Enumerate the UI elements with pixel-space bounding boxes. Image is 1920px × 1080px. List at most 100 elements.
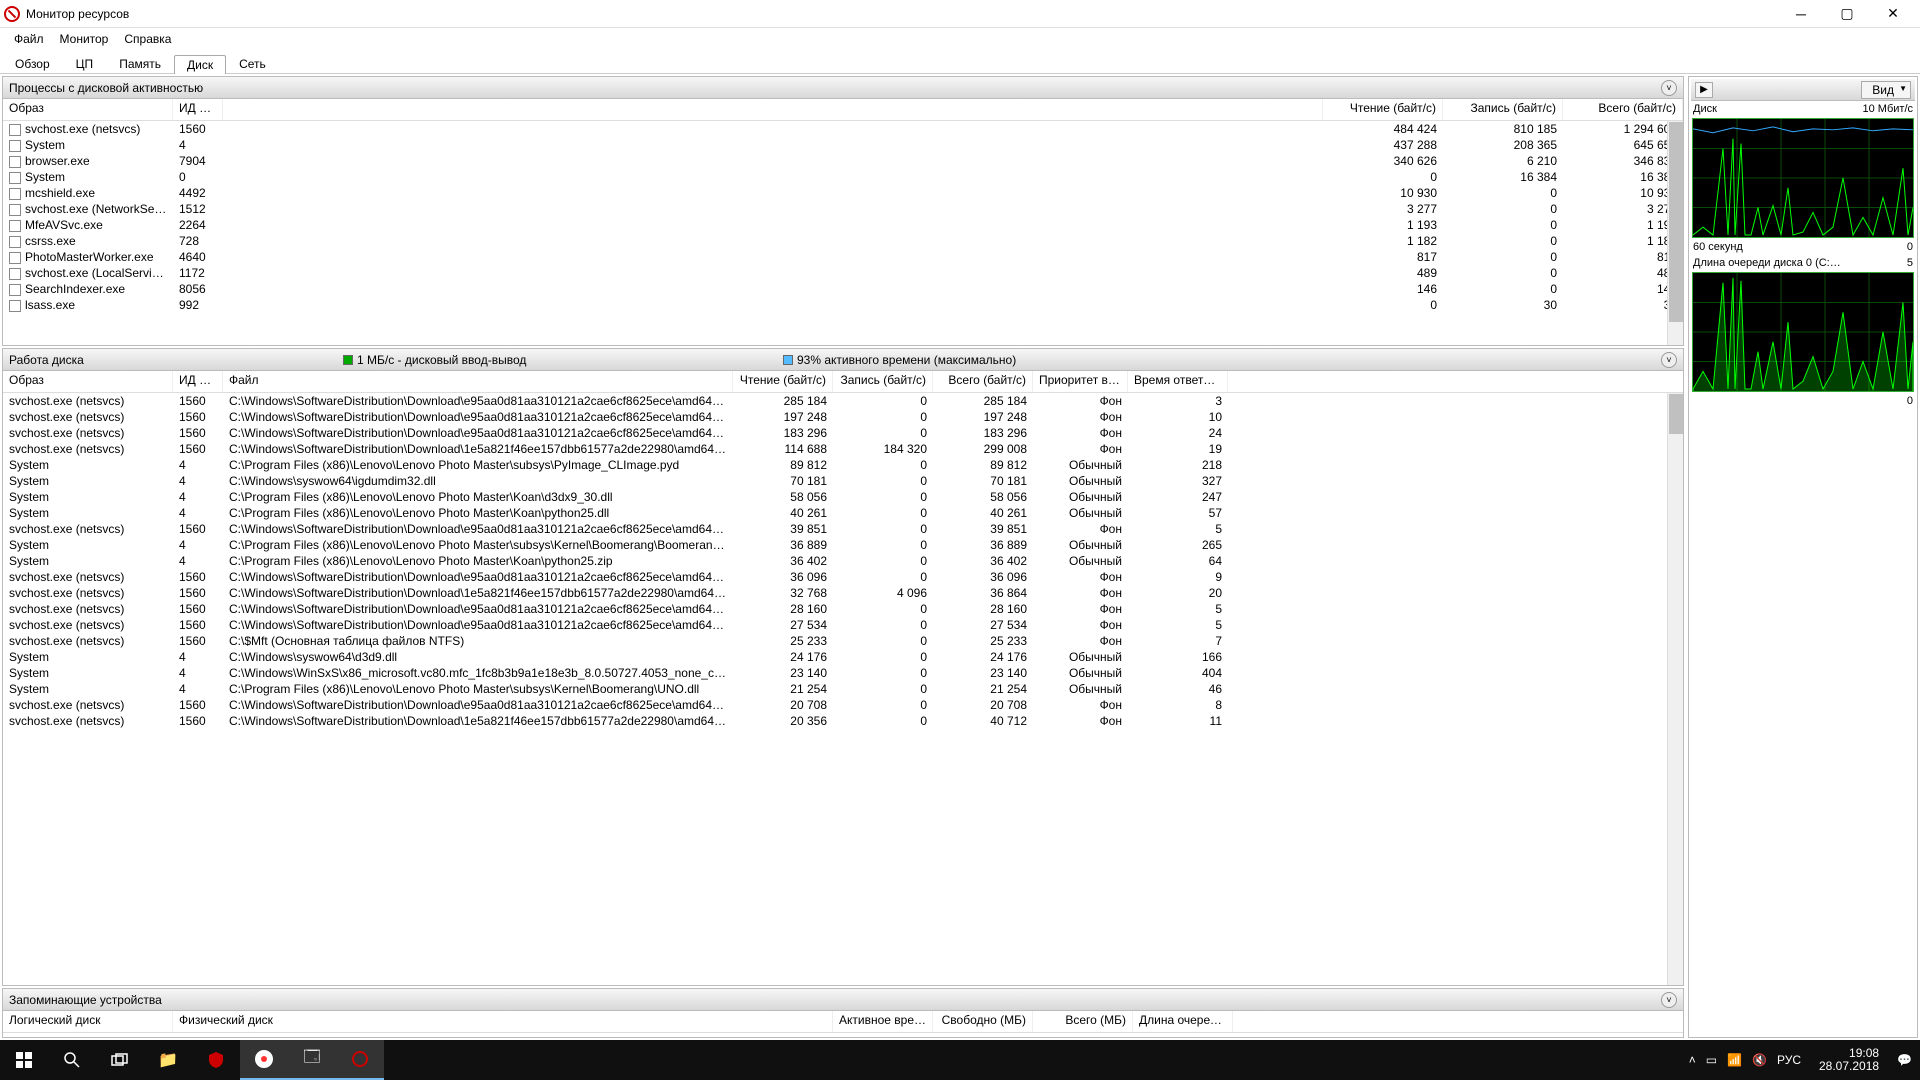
- table-row[interactable]: svchost.exe (LocalServiceNet…11724890489: [3, 265, 1683, 281]
- menu-file[interactable]: Файл: [6, 30, 52, 48]
- col-image[interactable]: Образ: [3, 371, 173, 392]
- col-physical[interactable]: Физический диск: [173, 1011, 833, 1032]
- col-free[interactable]: Свободно (МБ): [933, 1011, 1033, 1032]
- checkbox[interactable]: [9, 156, 21, 168]
- resmon-taskbar-icon[interactable]: [336, 1040, 384, 1080]
- processes-grid-header[interactable]: Образ ИД п… Чтение (байт/с) Запись (байт…: [3, 99, 1683, 121]
- checkbox[interactable]: [9, 236, 21, 248]
- table-row[interactable]: PhotoMasterWorker.exe46408170817: [3, 249, 1683, 265]
- taskview-button[interactable]: [96, 1040, 144, 1080]
- col-image[interactable]: Образ: [3, 99, 173, 120]
- table-row[interactable]: svchost.exe (netsvcs)1560C:\Windows\Soft…: [3, 697, 1683, 713]
- collapse-icon[interactable]: ˅: [1661, 80, 1677, 96]
- table-row[interactable]: svchost.exe (NetworkService)15123 27703 …: [3, 201, 1683, 217]
- clock[interactable]: 19:0828.07.2018: [1811, 1047, 1887, 1073]
- checkbox[interactable]: [9, 204, 21, 216]
- table-row[interactable]: lsass.exe99203030: [3, 297, 1683, 313]
- panel-processes-header[interactable]: Процессы с дисковой активностью ˅: [3, 77, 1683, 99]
- table-row[interactable]: svchost.exe (netsvcs)1560C:\Windows\Soft…: [3, 521, 1683, 537]
- table-row[interactable]: System4C:\Program Files (x86)\Lenovo\Len…: [3, 681, 1683, 697]
- close-button[interactable]: ✕: [1870, 0, 1916, 28]
- table-row[interactable]: System4C:\Program Files (x86)\Lenovo\Len…: [3, 537, 1683, 553]
- table-row[interactable]: svchost.exe (netsvcs)1560C:\Windows\Soft…: [3, 409, 1683, 425]
- tab-network[interactable]: Сеть: [226, 54, 279, 73]
- table-row[interactable]: svchost.exe (netsvcs)1560484 424810 1851…: [3, 121, 1683, 137]
- explorer-icon[interactable]: 📁: [144, 1040, 192, 1080]
- checkbox[interactable]: [9, 252, 21, 264]
- checkbox[interactable]: [9, 172, 21, 184]
- col-total[interactable]: Всего (байт/с): [933, 371, 1033, 392]
- table-row[interactable]: svchost.exe (netsvcs)1560C:\Windows\Soft…: [3, 441, 1683, 457]
- scrollbar[interactable]: [1667, 393, 1683, 985]
- scrollbar[interactable]: [1667, 121, 1683, 345]
- checkbox[interactable]: [9, 284, 21, 296]
- minimize-button[interactable]: ─: [1778, 0, 1824, 28]
- col-priority[interactable]: Приоритет вв…: [1033, 371, 1128, 392]
- mcafee-icon[interactable]: [192, 1040, 240, 1080]
- table-row[interactable]: System0016 38416 384: [3, 169, 1683, 185]
- tab-overview[interactable]: Обзор: [2, 54, 63, 73]
- col-response[interactable]: Время ответа (…: [1128, 371, 1228, 392]
- col-read[interactable]: Чтение (байт/с): [1323, 99, 1443, 120]
- table-row[interactable]: System4C:\Program Files (x86)\Lenovo\Len…: [3, 553, 1683, 569]
- tray-chevron-icon[interactable]: ˄: [1689, 1053, 1696, 1067]
- table-row[interactable]: svchost.exe (netsvcs)1560C:\Windows\Soft…: [3, 393, 1683, 409]
- table-row[interactable]: mcshield.exe449210 930010 930: [3, 185, 1683, 201]
- app2-icon[interactable]: 🗔: [288, 1040, 336, 1080]
- col-active[interactable]: Активное вре…: [833, 1011, 933, 1032]
- table-row[interactable]: System4C:\Windows\syswow64\d3d9.dll24 17…: [3, 649, 1683, 665]
- maximize-button[interactable]: ▢: [1824, 0, 1870, 28]
- table-row[interactable]: browser.exe7904340 6266 210346 837: [3, 153, 1683, 169]
- table-row[interactable]: MfeAVSvc.exe22641 19301 193: [3, 217, 1683, 233]
- battery-icon[interactable]: ▭: [1706, 1053, 1717, 1067]
- table-row[interactable]: svchost.exe (netsvcs)1560C:\Windows\Soft…: [3, 601, 1683, 617]
- wifi-icon[interactable]: 📶: [1727, 1053, 1742, 1067]
- table-row[interactable]: svchost.exe (netsvcs)1560C:\Windows\Soft…: [3, 617, 1683, 633]
- checkbox[interactable]: [9, 188, 21, 200]
- disk-activity-grid-header[interactable]: Образ ИД п… Файл Чтение (байт/с) Запись …: [3, 371, 1683, 393]
- col-queue[interactable]: Длина очеред…: [1133, 1011, 1233, 1032]
- panel-disk-activity-header[interactable]: Работа диска 1 МБ/с - дисковый ввод-выво…: [3, 349, 1683, 371]
- col-pid[interactable]: ИД п…: [173, 99, 223, 120]
- checkbox[interactable]: [9, 124, 21, 136]
- table-row[interactable]: svchost.exe (netsvcs)1560C:\$Mft (Основн…: [3, 633, 1683, 649]
- table-row[interactable]: System4C:\Windows\WinSxS\x86_microsoft.v…: [3, 665, 1683, 681]
- search-button[interactable]: [48, 1040, 96, 1080]
- view-dropdown[interactable]: Вид: [1861, 81, 1911, 99]
- col-total[interactable]: Всего (МБ): [1033, 1011, 1133, 1032]
- table-row[interactable]: svchost.exe (netsvcs)1560C:\Windows\Soft…: [3, 585, 1683, 601]
- col-pid[interactable]: ИД п…: [173, 371, 223, 392]
- table-row[interactable]: svchost.exe (netsvcs)1560C:\Windows\Soft…: [3, 425, 1683, 441]
- table-row[interactable]: System4437 288208 365645 653: [3, 137, 1683, 153]
- yandex-icon[interactable]: [240, 1040, 288, 1080]
- table-row[interactable]: System4C:\Program Files (x86)\Lenovo\Len…: [3, 505, 1683, 521]
- table-row[interactable]: svchost.exe (netsvcs)1560C:\Windows\Soft…: [3, 569, 1683, 585]
- table-row[interactable]: System4C:\Windows\syswow64\igdumdim32.dl…: [3, 473, 1683, 489]
- table-row[interactable]: csrss.exe7281 18201 182: [3, 233, 1683, 249]
- panel-storage-header[interactable]: Запоминающие устройства ˅: [3, 989, 1683, 1011]
- col-write[interactable]: Запись (байт/с): [833, 371, 933, 392]
- notifications-icon[interactable]: 💬: [1897, 1053, 1912, 1067]
- menu-monitor[interactable]: Монитор: [52, 30, 117, 48]
- table-row[interactable]: SearchIndexer.exe80561460146: [3, 281, 1683, 297]
- checkbox[interactable]: [9, 220, 21, 232]
- storage-grid-header[interactable]: Логический диск Физический диск Активное…: [3, 1011, 1683, 1033]
- language-indicator[interactable]: РУС: [1777, 1053, 1801, 1067]
- col-write[interactable]: Запись (байт/с): [1443, 99, 1563, 120]
- start-button[interactable]: [0, 1040, 48, 1080]
- checkbox[interactable]: [9, 140, 21, 152]
- volume-icon[interactable]: 🔇: [1752, 1053, 1767, 1067]
- tab-disk[interactable]: Диск: [174, 55, 226, 74]
- collapse-icon[interactable]: ˅: [1661, 352, 1677, 368]
- col-total[interactable]: Всего (байт/с): [1563, 99, 1683, 120]
- col-logical[interactable]: Логический диск: [3, 1011, 173, 1032]
- table-row[interactable]: System4C:\Program Files (x86)\Lenovo\Len…: [3, 457, 1683, 473]
- col-read[interactable]: Чтение (байт/с): [733, 371, 833, 392]
- col-file[interactable]: Файл: [223, 371, 733, 392]
- checkbox[interactable]: [9, 268, 21, 280]
- table-row[interactable]: System4C:\Program Files (x86)\Lenovo\Len…: [3, 489, 1683, 505]
- menu-help[interactable]: Справка: [116, 30, 179, 48]
- side-collapse-button[interactable]: ▶: [1695, 82, 1713, 98]
- tab-cpu[interactable]: ЦП: [63, 54, 107, 73]
- tab-memory[interactable]: Память: [106, 54, 174, 73]
